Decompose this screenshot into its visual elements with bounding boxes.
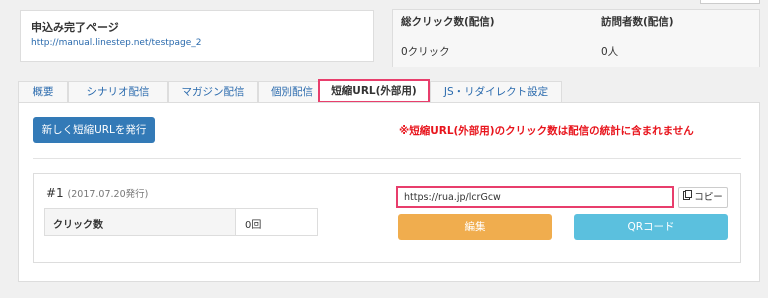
tab-short-url[interactable]: 短縮URL(外部用) — [318, 79, 430, 103]
tab-individual[interactable]: 個別配信 — [258, 81, 326, 102]
page-url-link[interactable]: http://manual.linestep.net/testpage_2 — [31, 38, 202, 48]
stats-value-row: 0クリック 0人 — [393, 32, 759, 67]
copy-button[interactable]: コピー — [678, 187, 728, 208]
entry-date: (2017.07.20発行) — [67, 189, 149, 200]
stats-header-row: 総クリック数(配信) 訪問者数(配信) — [393, 10, 759, 33]
copy-label: コピー — [694, 192, 723, 203]
tab-bar: 概要 シナリオ配信 マガジン配信 個別配信 短縮URL(外部用) JS・リダイレ… — [18, 79, 744, 103]
issue-short-url-button[interactable]: 新しく短縮URLを発行 — [33, 117, 155, 143]
page-title: 申込み完了ページ — [31, 21, 119, 34]
total-clicks-value: 0クリック — [401, 46, 450, 58]
visitors-value: 0人 — [601, 46, 619, 58]
entry-heading: #1 (2017.07.20発行) — [46, 186, 148, 200]
qr-code-button[interactable]: QRコード — [574, 214, 728, 240]
edit-button[interactable]: 編集 — [398, 214, 552, 240]
entry-number: #1 — [46, 186, 64, 200]
stats-table: 総クリック数(配信) 訪問者数(配信) 0クリック 0人 — [392, 9, 760, 67]
click-count-label: クリック数 — [53, 220, 103, 231]
click-label-cell: クリック数 — [45, 209, 236, 235]
divider — [33, 158, 741, 159]
short-url-entry: #1 (2017.07.20発行) クリック数 0回 コピー 編集 QRコード — [33, 173, 741, 263]
short-url-field[interactable] — [396, 186, 674, 208]
clipboard-icon — [683, 188, 693, 207]
stats-notice: ※短縮URL(外部用)のクリック数は配信の統計に含まれません — [399, 125, 694, 137]
tab-magazine[interactable]: マガジン配信 — [168, 81, 258, 102]
click-count-table: クリック数 0回 — [44, 208, 318, 236]
tab-overview[interactable]: 概要 — [18, 81, 68, 102]
total-clicks-header: 総クリック数(配信) — [401, 16, 495, 28]
top-right-button-edge[interactable] — [700, 0, 760, 4]
tab-scenario[interactable]: シナリオ配信 — [68, 81, 168, 102]
short-url-panel: 新しく短縮URLを発行 ※短縮URL(外部用)のクリック数は配信の統計に含まれま… — [18, 102, 760, 282]
page-info-card: 申込み完了ページ http://manual.linestep.net/test… — [20, 10, 374, 62]
click-count-value: 0回 — [245, 220, 262, 231]
visitors-header: 訪問者数(配信) — [601, 16, 674, 28]
tab-js-redirect[interactable]: JS・リダイレクト設定 — [430, 81, 562, 102]
